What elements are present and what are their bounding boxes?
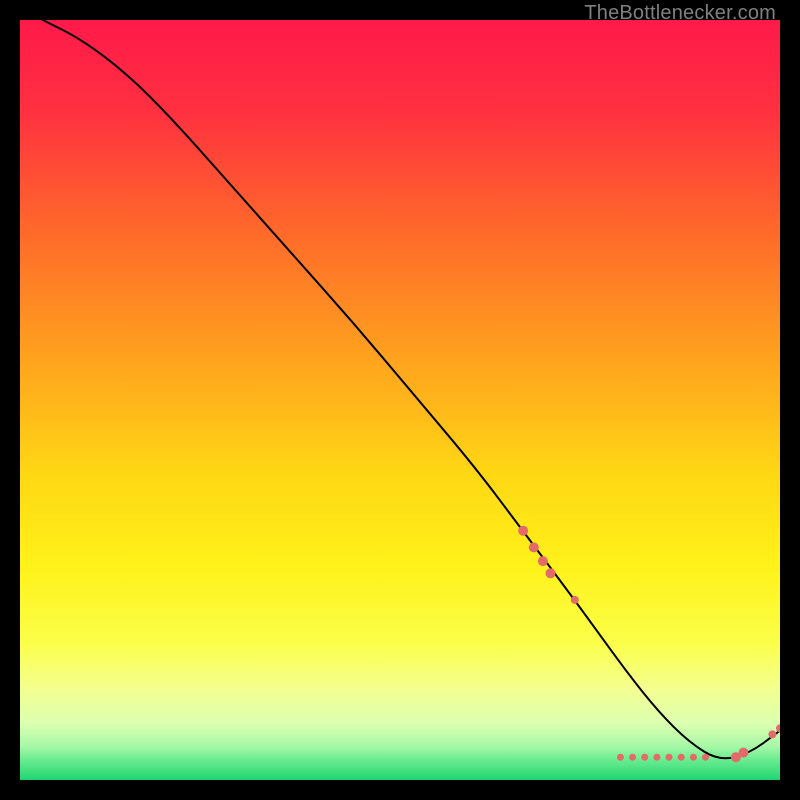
data-point [678,754,685,761]
data-point [690,754,697,761]
data-point [702,754,709,761]
gradient-background [20,20,780,780]
data-point [666,754,673,761]
data-point [571,596,579,604]
chart-svg [20,20,780,780]
chart-plot-area [20,20,780,780]
data-point [653,754,660,761]
data-point [529,542,539,552]
data-point [546,568,556,578]
data-point [629,754,636,761]
data-point [538,556,548,566]
data-point [518,526,528,536]
data-point [768,730,776,738]
data-point [739,748,749,758]
data-point [617,754,624,761]
data-point [641,754,648,761]
